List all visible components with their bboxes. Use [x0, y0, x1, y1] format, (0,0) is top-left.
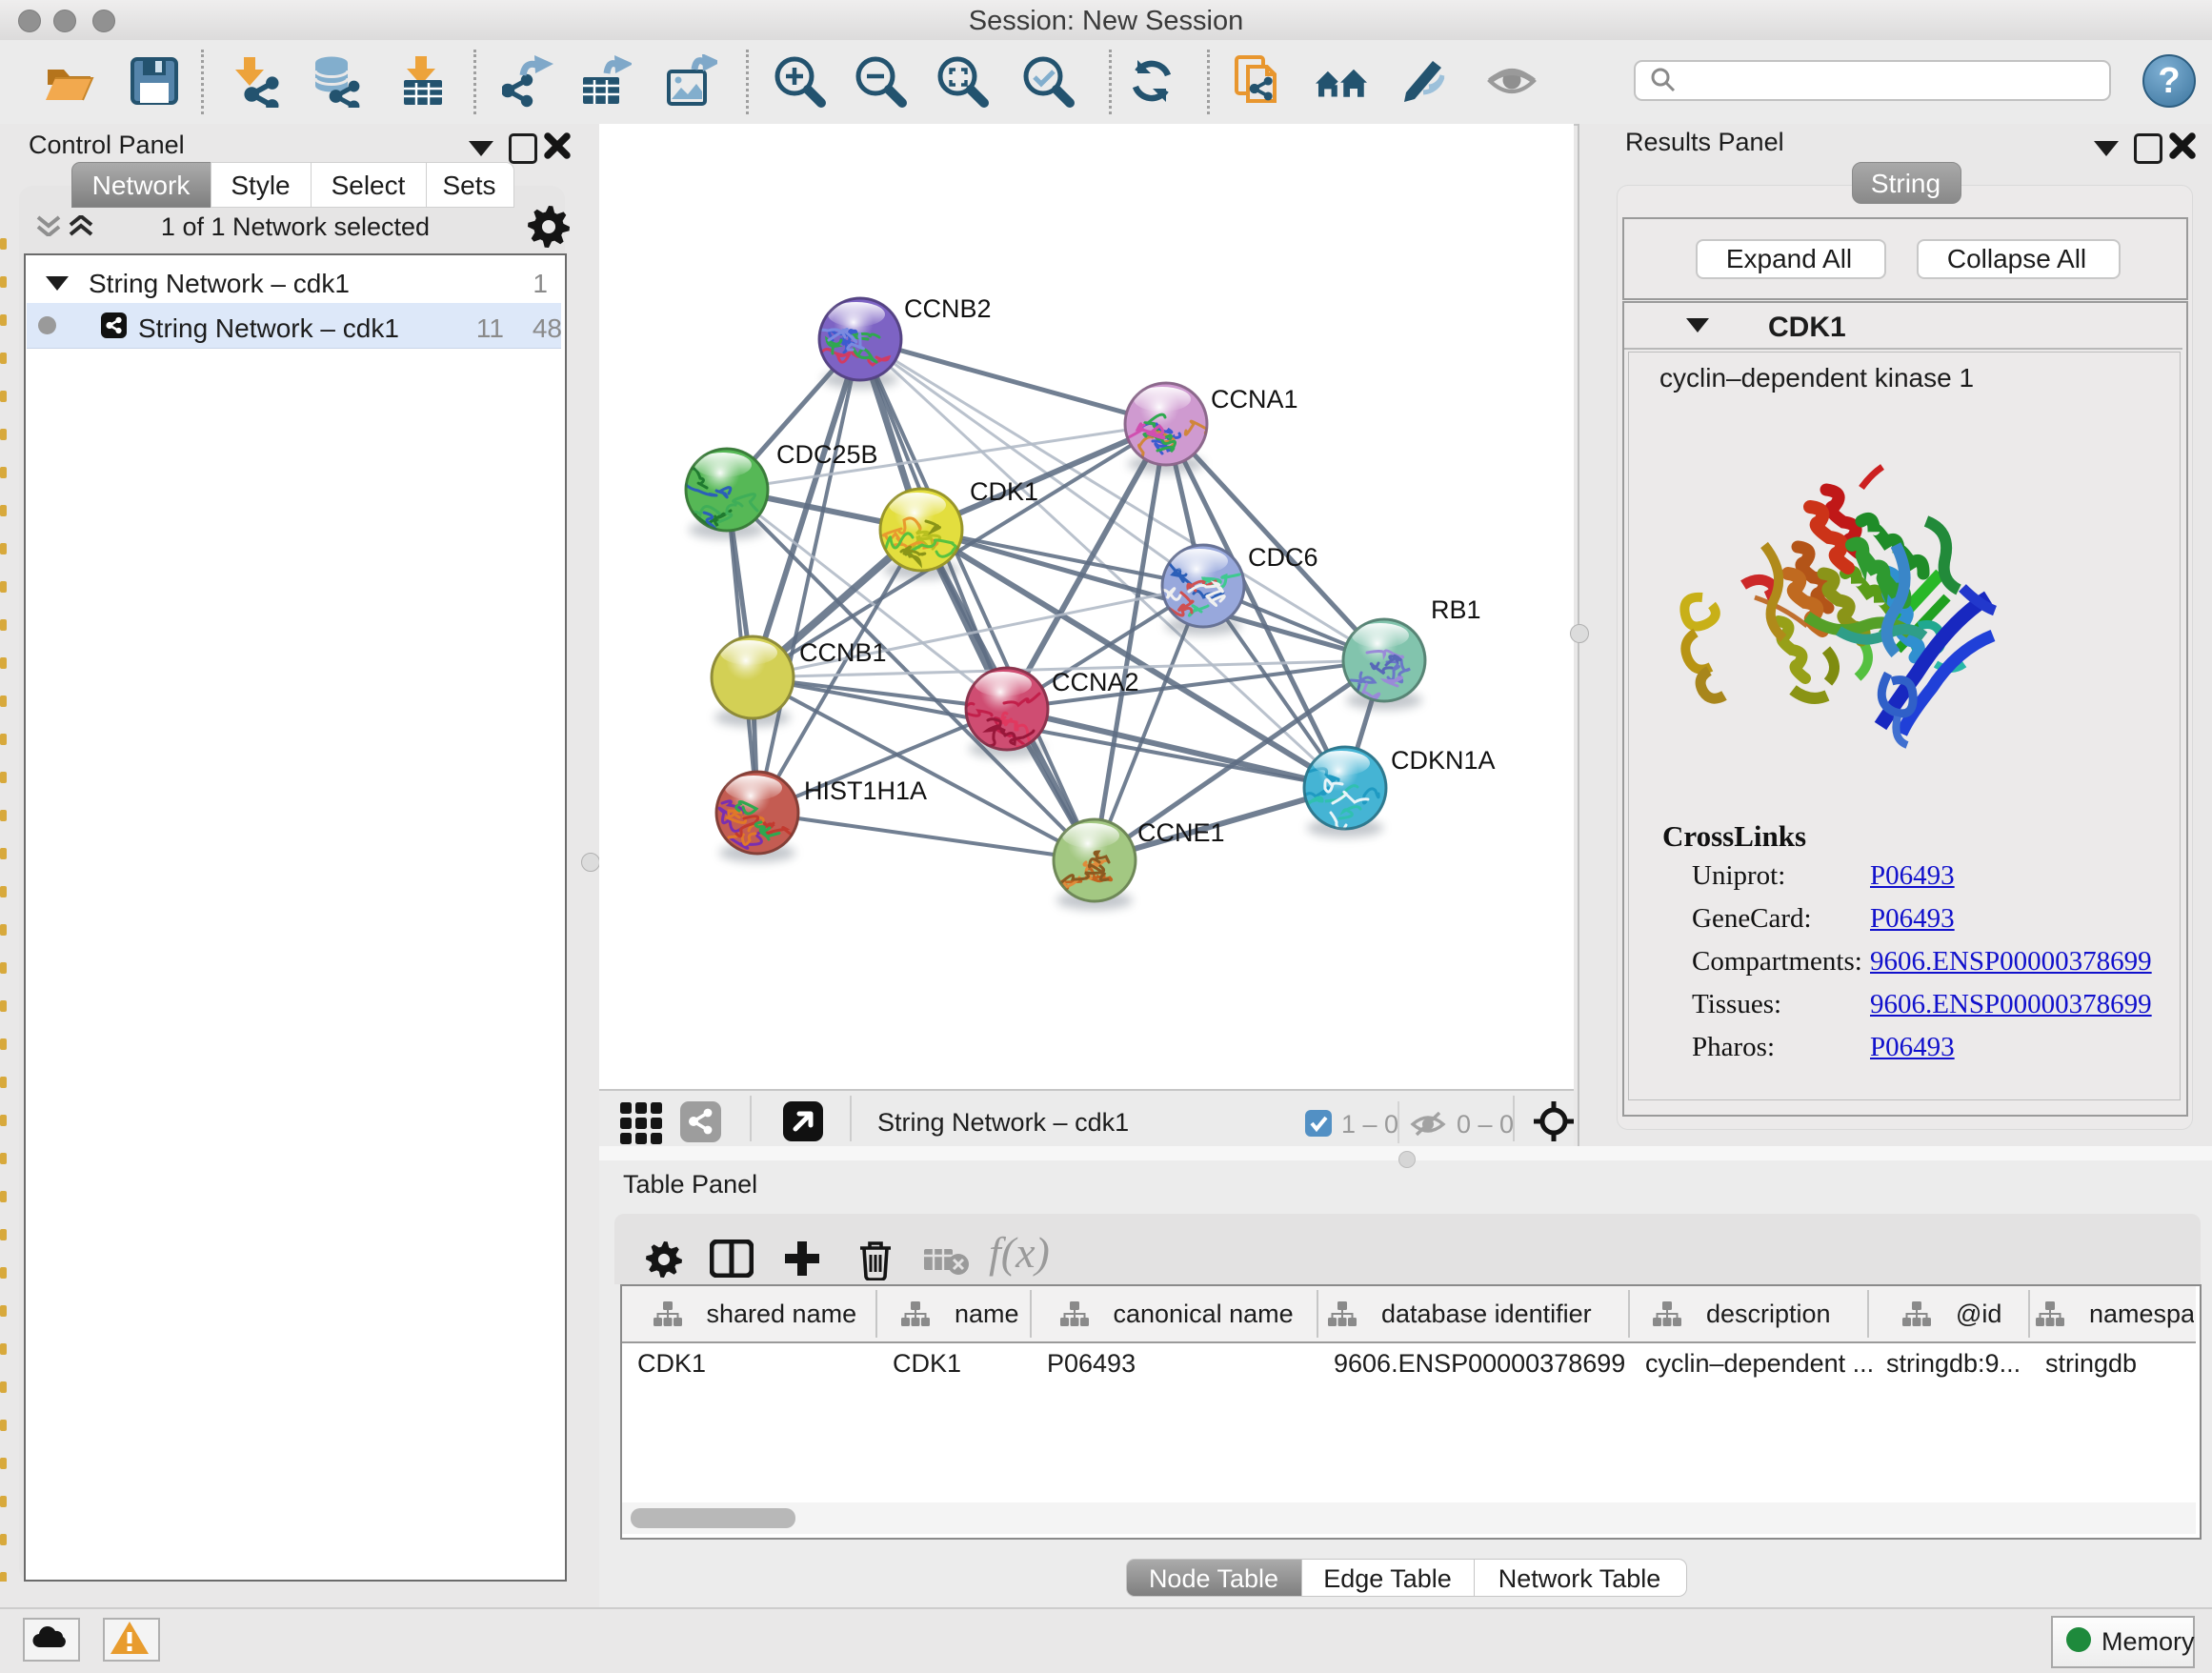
svg-text:CDC6: CDC6	[1248, 543, 1318, 572]
svg-text:CCNE1: CCNE1	[1137, 818, 1225, 847]
svg-text:HIST1H1A: HIST1H1A	[804, 776, 927, 805]
svg-text:CCNB2: CCNB2	[904, 294, 992, 323]
svg-text:CDK1: CDK1	[970, 477, 1038, 506]
svg-text:CDC25B: CDC25B	[776, 440, 878, 469]
svg-text:CCNB1: CCNB1	[799, 638, 887, 667]
svg-text:RB1: RB1	[1431, 595, 1481, 624]
svg-text:CCNA1: CCNA1	[1211, 385, 1298, 413]
svg-text:CCNA2: CCNA2	[1052, 668, 1139, 696]
svg-text:?: ?	[2158, 61, 2180, 101]
svg-text:CDKN1A: CDKN1A	[1391, 746, 1496, 775]
